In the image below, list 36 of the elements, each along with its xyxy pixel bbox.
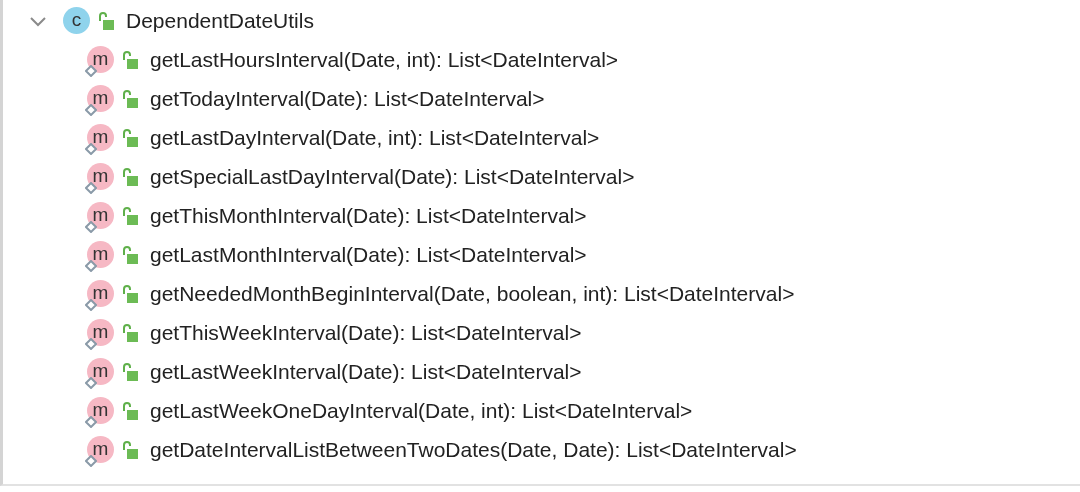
diamond-icon — [85, 455, 97, 467]
diamond-icon — [85, 260, 97, 272]
method-signature[interactable]: getLastMonthInterval(Date): List<DateInterval> — [150, 238, 587, 271]
unlocked-padlock-icon — [122, 245, 138, 264]
unlocked-padlock-icon — [122, 401, 138, 420]
unlocked-padlock-icon — [122, 50, 138, 69]
diamond-icon — [85, 299, 97, 311]
class-name[interactable]: DependentDateUtils — [126, 4, 314, 37]
unlocked-padlock-icon — [122, 167, 138, 186]
method-signature[interactable]: getDateIntervalListBetweenTwoDates(Date, Date): List<DateInterval> — [150, 433, 797, 466]
diamond-icon — [85, 182, 97, 194]
diamond-icon — [85, 377, 97, 389]
unlocked-padlock-icon — [122, 362, 138, 381]
unlocked-padlock-icon — [122, 89, 138, 108]
method-signature[interactable]: getNeededMonthBeginInterval(Date, boolean, int): List<DateInterval> — [150, 277, 795, 310]
unlocked-padlock-icon — [122, 440, 138, 459]
unlocked-padlock-icon — [122, 323, 138, 342]
diamond-icon — [85, 104, 97, 116]
class-icon: c — [63, 7, 90, 34]
diamond-icon — [85, 338, 97, 350]
method-signature[interactable]: getThisWeekInterval(Date): List<DateInterval> — [150, 316, 582, 349]
method-signature[interactable]: getLastDayInterval(Date, int): List<DateInterval> — [150, 121, 600, 154]
method-signature[interactable]: getThisMonthInterval(Date): List<DateInterval> — [150, 199, 587, 232]
diamond-icon — [85, 221, 97, 233]
diamond-icon — [85, 143, 97, 155]
unlocked-padlock-icon — [122, 128, 138, 147]
method-signature[interactable]: getLastHoursInterval(Date, int): List<DateInterval> — [150, 43, 619, 76]
unlocked-padlock-icon — [98, 11, 114, 30]
diamond-icon — [85, 416, 97, 428]
unlocked-padlock-icon — [122, 284, 138, 303]
method-signature[interactable]: getSpecialLastDayInterval(Date): List<DateInterval> — [150, 160, 635, 193]
diamond-icon — [85, 65, 97, 77]
method-signature[interactable]: getLastWeekOneDayInterval(Date, int): List<DateInterval> — [150, 394, 693, 427]
method-signature[interactable]: getLastWeekInterval(Date): List<DateInterval> — [150, 355, 582, 388]
unlocked-padlock-icon — [122, 206, 138, 225]
method-signature[interactable]: getTodayInterval(Date): List<DateInterval> — [150, 82, 545, 115]
